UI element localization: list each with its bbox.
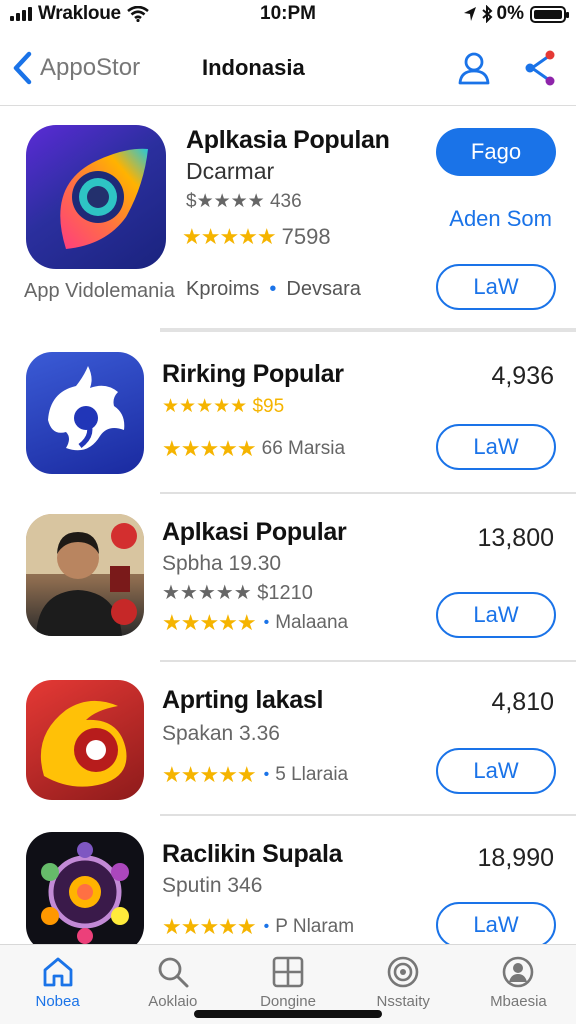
install-button[interactable]: LaW xyxy=(436,592,556,638)
rating: ★★★★★ 7598 xyxy=(182,224,331,250)
profile-icon xyxy=(503,956,534,988)
back-button[interactable]: AppoStor xyxy=(12,51,140,85)
rating-count: 7598 xyxy=(281,224,331,249)
app-name: Raclikin Supala xyxy=(162,840,343,868)
stars-icon: ★★★★★ xyxy=(162,762,257,787)
rating: ★★★★★ • 5 Llaraia xyxy=(162,762,348,788)
target-icon xyxy=(387,956,419,988)
tab-label: Dongine xyxy=(260,993,316,1010)
app-name: Aplkasi Popular xyxy=(162,518,347,546)
rating: ★★★★★ • Malaana xyxy=(162,610,348,636)
battery-icon xyxy=(530,5,569,23)
tab-label: Nsstaity xyxy=(376,993,430,1010)
wifi-icon xyxy=(126,6,149,22)
get-button[interactable]: Fago xyxy=(436,128,556,176)
signal-icon xyxy=(10,7,32,21)
stars-icon: ★★★★★ xyxy=(182,224,277,249)
install-button[interactable]: LaW xyxy=(436,424,556,470)
dot-separator: • xyxy=(263,766,270,783)
app-name: Aprting lakasl xyxy=(162,686,324,714)
page-title: Indonasia xyxy=(202,54,305,80)
tab-label: Nobea xyxy=(35,993,80,1010)
app-icon-spinner[interactable] xyxy=(26,832,144,944)
tab-label: Aoklaio xyxy=(148,993,198,1010)
rating: ★★★★★ 66 Marsia xyxy=(162,436,345,462)
download-count: 13,800 xyxy=(477,524,554,552)
download-count: 4,810 xyxy=(491,688,554,716)
app-price-rating: $★★★★ 436 xyxy=(186,191,302,212)
app-subtitle: Sputin 346 xyxy=(162,874,263,897)
featured-app-row[interactable]: App Vidolemania Aplkasia Populan Dcarmar… xyxy=(0,106,576,330)
bluetooth-icon xyxy=(481,5,492,23)
app-subtitle: ★★★★★ $95 xyxy=(162,395,284,418)
search-icon xyxy=(158,957,189,988)
app-icon-portrait[interactable] xyxy=(26,514,144,636)
carrier-name: Wrakloue xyxy=(38,3,121,24)
meta-category: Kproims xyxy=(186,278,260,300)
app-name: Aplkasia Populan xyxy=(186,126,390,154)
app-caption: App Vidolemania xyxy=(24,280,175,302)
chevron-left-icon xyxy=(13,51,32,84)
app-row[interactable]: Aplkasi Popular Spbha 19.30 ★★★★★ $1210 … xyxy=(0,494,576,660)
app-meta: Malaana xyxy=(275,612,349,633)
dot-separator: • xyxy=(263,614,270,631)
download-count: 4,936 xyxy=(491,362,554,390)
app-icon-camera[interactable] xyxy=(26,125,166,269)
grid-icon xyxy=(272,956,304,988)
app-name: Rirking Popular xyxy=(162,360,344,388)
dot-separator: • xyxy=(269,278,277,300)
app-subtitle-text: ★★★★★ $95 xyxy=(162,396,285,417)
camera-lens-icon xyxy=(60,148,148,249)
account-icon[interactable] xyxy=(456,50,492,86)
app-meta: 5 Llaraia xyxy=(275,764,349,785)
location-icon xyxy=(463,7,476,21)
flame-logo-icon xyxy=(48,366,125,451)
tab-label: Mbaesia xyxy=(490,993,547,1010)
stars-icon: ★★★★★ xyxy=(162,914,257,939)
tab-home[interactable]: Nobea xyxy=(0,945,115,1024)
meta-region: Devsara xyxy=(286,278,361,300)
stars-icon: ★★★★★ xyxy=(162,436,257,461)
home-icon xyxy=(43,957,72,987)
app-row[interactable]: Rirking Popular ★★★★★ $95 ★★★★★ 66 Marsi… xyxy=(0,334,576,492)
install-button[interactable]: LaW xyxy=(436,264,556,310)
tab-profile[interactable]: Mbaesia xyxy=(461,945,576,1024)
stars-icon: ★★★★★ xyxy=(162,610,257,635)
app-icon-flame[interactable] xyxy=(26,352,144,474)
battery-percent: 0% xyxy=(496,3,524,24)
swirl-logo-icon xyxy=(40,700,127,787)
app-row[interactable]: Raclikin Supala Sputin 346 ★★★★★ • P Nla… xyxy=(0,816,576,944)
app-subtitle: Spakan 3.36 xyxy=(162,722,280,745)
secondary-link[interactable]: Aden Som xyxy=(449,206,552,232)
share-icon[interactable] xyxy=(522,50,556,86)
app-meta: P Nlaram xyxy=(275,916,355,937)
rating: ★★★★★ • P Nlaram xyxy=(162,914,354,940)
fidget-spinner-icon xyxy=(41,842,129,944)
install-button[interactable]: LaW xyxy=(436,902,556,944)
app-price-rating: ★★★★★ $1210 xyxy=(162,582,313,604)
navigation-bar: AppoStor Indonasia xyxy=(0,30,576,106)
app-icon-swirl[interactable] xyxy=(26,680,144,800)
app-row[interactable]: Aprting lakasl Spakan 3.36 ★★★★★ • 5 Lla… xyxy=(0,662,576,814)
home-indicator[interactable] xyxy=(194,1010,382,1018)
divider xyxy=(160,328,576,332)
dot-separator: • xyxy=(263,918,270,935)
download-count: 18,990 xyxy=(477,844,554,872)
app-developer: Dcarmar xyxy=(186,158,275,184)
app-meta: Kproims • Devsara xyxy=(186,278,361,301)
back-label: AppoStor xyxy=(40,53,141,81)
person-photo-icon xyxy=(26,514,144,636)
app-meta: 66 Marsia xyxy=(261,438,346,459)
install-button[interactable]: LaW xyxy=(436,748,556,794)
app-subtitle: Spbha 19.30 xyxy=(162,552,282,575)
status-bar: Wrakloue 10:PM 0% xyxy=(0,0,576,28)
